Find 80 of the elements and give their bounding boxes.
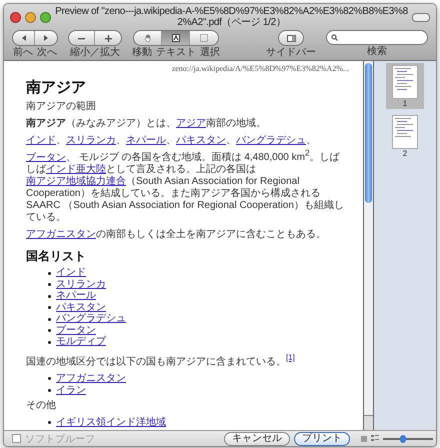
right-arrow-icon bbox=[42, 34, 50, 42]
checkbox[interactable] bbox=[12, 434, 21, 443]
link[interactable]: バングラデシュ bbox=[236, 135, 306, 146]
bullet-icon bbox=[48, 318, 51, 321]
bullet-icon bbox=[48, 306, 51, 310]
toolbar-label: 移動 bbox=[132, 47, 152, 58]
bullet-icon bbox=[48, 272, 51, 275]
link[interactable]: イギリス領インド洋地域 bbox=[56, 417, 166, 429]
link[interactable]: インド bbox=[26, 135, 56, 146]
paragraph: 南アジアの範囲 bbox=[26, 101, 97, 113]
paragraph: インド、スリランカ、ネパール、パキスタン、バングラデシュ、 ブータン、 モルジブ の各国を含む地域。面積は 4,480,000 km$^{2}$。しばしばインド亜大陸として言及される。上記の各国は 南アジア地域協力連合（South Asian Association for Regional Cooperation）を結成している。また南アジア各国から構成される SAARC （South Asian Association for Regional Cooperation）も組織している。 bbox=[26, 135, 345, 224]
link[interactable]: ネパール bbox=[126, 135, 166, 146]
toolbar-label: 前へ bbox=[13, 47, 33, 58]
link[interactable]: ブータン bbox=[26, 152, 66, 164]
toolbar-label: 縮小／拡大 bbox=[70, 47, 120, 58]
scrollbar[interactable] bbox=[363, 61, 374, 430]
link[interactable]: バングラデシュ bbox=[56, 313, 126, 325]
slider-thumb[interactable] bbox=[400, 434, 406, 442]
text-icon bbox=[172, 34, 180, 42]
paragraph: 南アジア（みなみアジア）とは、アジア南部の地域。 bbox=[26, 118, 267, 130]
plus-icon bbox=[104, 34, 112, 42]
tool-button[interactable] bbox=[162, 31, 190, 45]
toolbar-label: 検索 bbox=[367, 46, 387, 57]
toolbar-label: 選択 bbox=[200, 47, 220, 58]
bullet-icon bbox=[48, 377, 51, 380]
sidebar-icon bbox=[286, 34, 296, 42]
toolbar-toggle-button[interactable] bbox=[412, 12, 430, 22]
link[interactable]: パキスタン bbox=[56, 302, 106, 314]
bullet-icon bbox=[48, 421, 51, 424]
link[interactable]: アジア bbox=[176, 118, 206, 129]
page-thumbnail[interactable]: 2 bbox=[386, 113, 424, 159]
paragraph: 国連の地域区分では以下の国も南アジアに含まれている。$^{[1]}$ bbox=[26, 352, 296, 368]
page-heading: 南アジア bbox=[26, 79, 87, 97]
page-drawing bbox=[392, 65, 418, 99]
link[interactable]: ブータン bbox=[56, 324, 96, 336]
page-drawing bbox=[392, 115, 418, 149]
link[interactable]: ネパール bbox=[56, 290, 96, 302]
bullet-icon bbox=[48, 340, 51, 344]
link[interactable]: イラン bbox=[56, 384, 86, 396]
link[interactable]: インド亜大陸 bbox=[46, 164, 106, 176]
page-nav-control[interactable] bbox=[12, 30, 58, 46]
toolbar-label: テキスト bbox=[156, 47, 196, 58]
scroll-thumb[interactable] bbox=[365, 63, 372, 203]
bullet-icon bbox=[48, 329, 51, 332]
link[interactable]: スリランカ bbox=[56, 278, 106, 290]
paragraph: アフガニスタンの南部もしくは全土を南アジアに含むこともある。 bbox=[26, 229, 327, 242]
page-thumbnail[interactable]: 1 bbox=[386, 63, 424, 109]
link[interactable]: パキスタン bbox=[176, 135, 226, 146]
bullet-icon bbox=[48, 388, 51, 392]
toolbar-label: サイドバー bbox=[266, 47, 316, 58]
tool-control[interactable] bbox=[133, 30, 219, 46]
section-heading: 国名リスト bbox=[26, 249, 87, 264]
paragraph: その他 bbox=[26, 400, 57, 412]
minimize-button[interactable] bbox=[25, 12, 36, 22]
link[interactable]: アフガニスタン bbox=[56, 373, 126, 385]
search-field[interactable] bbox=[326, 30, 428, 45]
link[interactable]: アフガニスタン bbox=[26, 229, 96, 240]
link[interactable]: スリランカ bbox=[66, 135, 116, 146]
zoom-button[interactable] bbox=[40, 12, 51, 22]
window-title: Preview of "zeno---ja.wikipedia-A-%E5%8D%97%E3%82%A2%E3%82%B8%E3%82%A2".pdf（ページ 1/2） bbox=[55, 6, 408, 28]
list-view-icon[interactable] bbox=[371, 435, 379, 442]
footnote-link[interactable]: [1] bbox=[286, 352, 295, 362]
search-icon bbox=[331, 34, 338, 41]
cancel-button[interactable]: キャンセル bbox=[224, 432, 290, 446]
zoom-control[interactable] bbox=[68, 30, 122, 46]
close-button[interactable] bbox=[10, 12, 21, 22]
selection-icon bbox=[200, 34, 208, 42]
checkbox-label: ソフトプルーフ bbox=[25, 432, 96, 446]
link[interactable]: 南アジア地域協力連合 bbox=[26, 176, 126, 188]
bullet-icon bbox=[48, 283, 51, 286]
link[interactable]: インド bbox=[56, 267, 86, 279]
toolbar-label: 次へ bbox=[37, 47, 57, 58]
page-url: zeno://ja.wikipedia/A/%E5%8D%97%E3%82%A2%... bbox=[170, 63, 349, 75]
link[interactable]: モルディブ bbox=[56, 336, 106, 348]
scroll-arrows[interactable] bbox=[364, 415, 373, 430]
bullet-icon bbox=[48, 294, 51, 298]
grid-view-icon[interactable] bbox=[361, 436, 367, 442]
left-arrow-icon bbox=[20, 34, 28, 42]
print-button[interactable]: プリント bbox=[294, 432, 350, 446]
hand-icon bbox=[144, 34, 152, 42]
